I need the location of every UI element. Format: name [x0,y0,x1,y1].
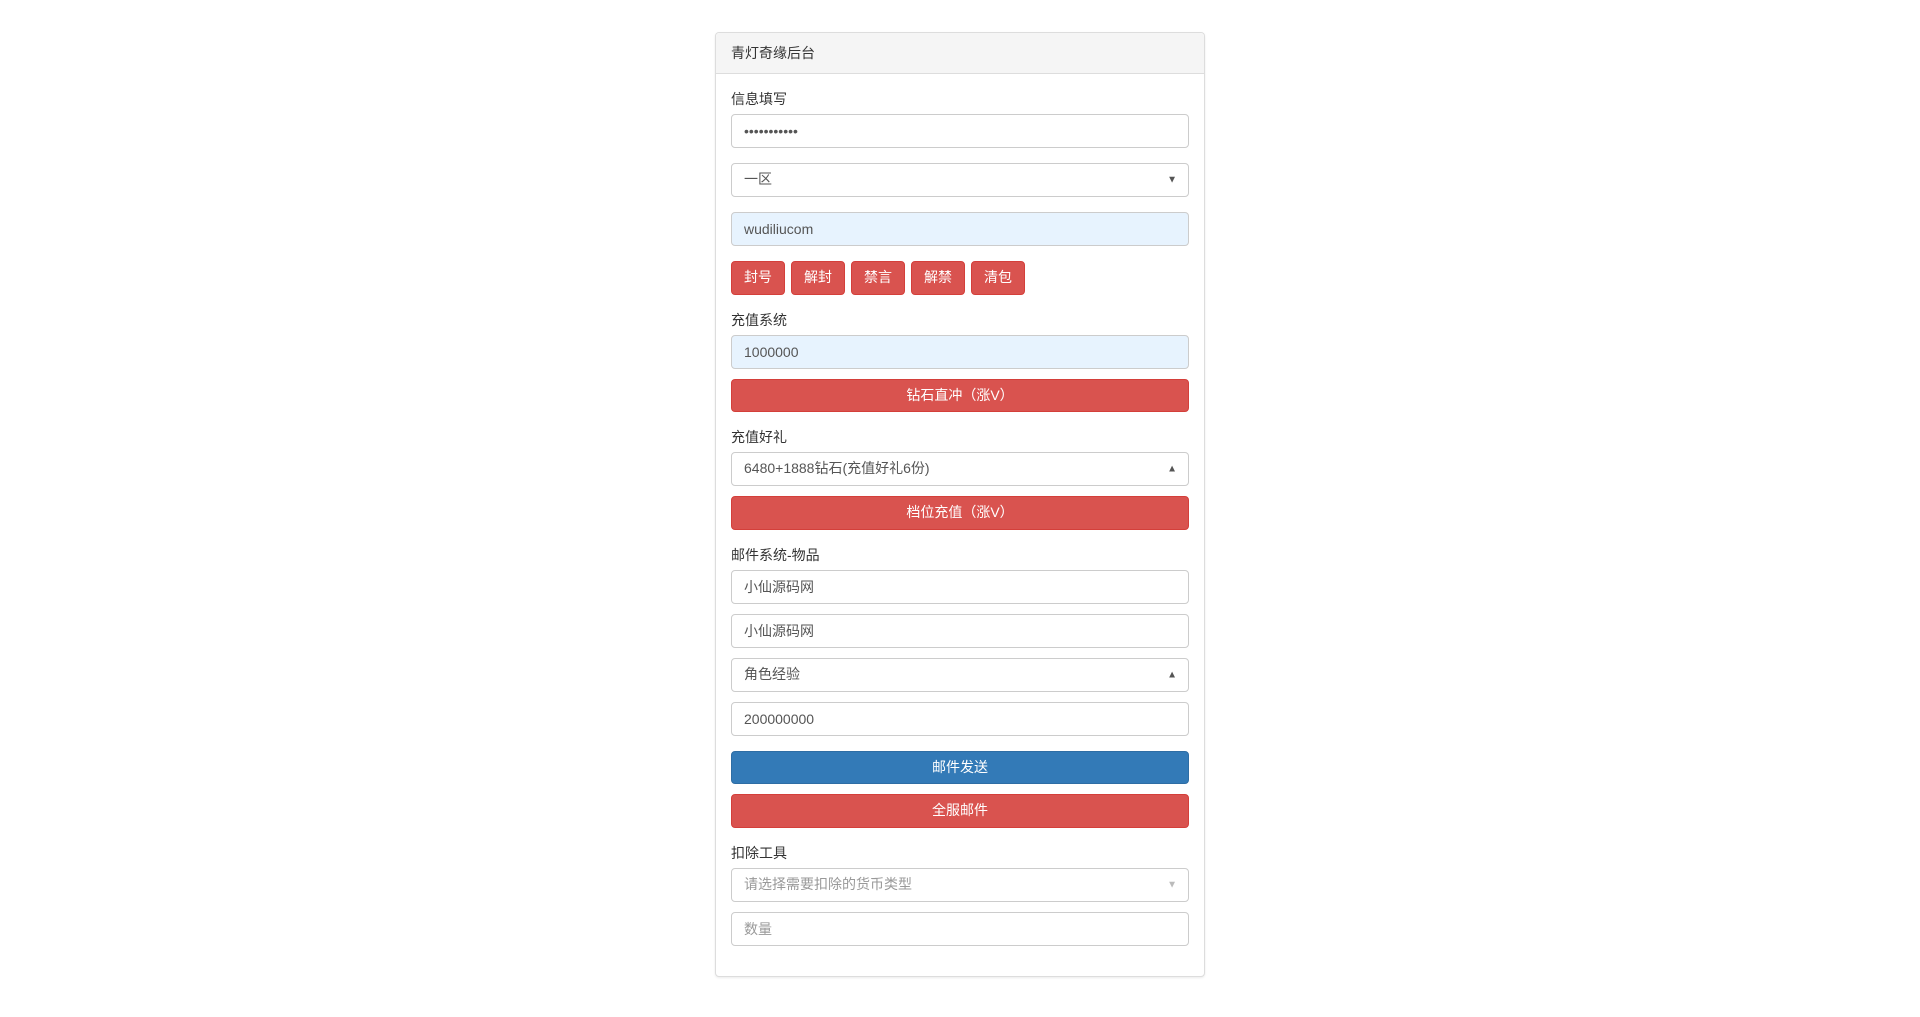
deduct-quantity-input[interactable] [731,912,1189,946]
gift-select[interactable]: 6480+1888钻石(充值好礼6份) [731,452,1189,486]
panel-title: 青灯奇缘后台 [716,33,1204,74]
mail-quantity-input[interactable] [731,702,1189,736]
tier-recharge-button[interactable]: 档位充值（涨V） [731,496,1189,530]
deduct-currency-select[interactable]: 请选择需要扣除的货币类型 [731,868,1189,902]
mail-label: 邮件系统-物品 [731,545,1189,565]
ban-button[interactable]: 封号 [731,261,785,295]
recharge-label: 充值系统 [731,310,1189,330]
mail-title-input[interactable] [731,570,1189,604]
account-input[interactable] [731,212,1189,246]
account-action-row: 封号 解封 禁言 解禁 清包 [731,261,1189,295]
region-select[interactable]: 一区 [731,163,1189,197]
mail-item-select[interactable]: 角色经验 [731,658,1189,692]
mail-broadcast-button[interactable]: 全服邮件 [731,794,1189,828]
clearbag-button[interactable]: 清包 [971,261,1025,295]
mute-button[interactable]: 禁言 [851,261,905,295]
info-label: 信息填写 [731,89,1189,109]
unban-button[interactable]: 解封 [791,261,845,295]
password-input[interactable] [731,114,1189,148]
recharge-amount-input[interactable] [731,335,1189,369]
deduct-label: 扣除工具 [731,843,1189,863]
gift-label: 充值好礼 [731,427,1189,447]
diamond-recharge-button[interactable]: 钻石直冲（涨V） [731,379,1189,413]
mail-content-input[interactable] [731,614,1189,648]
unmute-button[interactable]: 解禁 [911,261,965,295]
mail-send-button[interactable]: 邮件发送 [731,751,1189,785]
admin-panel: 青灯奇缘后台 信息填写 一区 ▼ 封号 解封 [715,32,1205,977]
